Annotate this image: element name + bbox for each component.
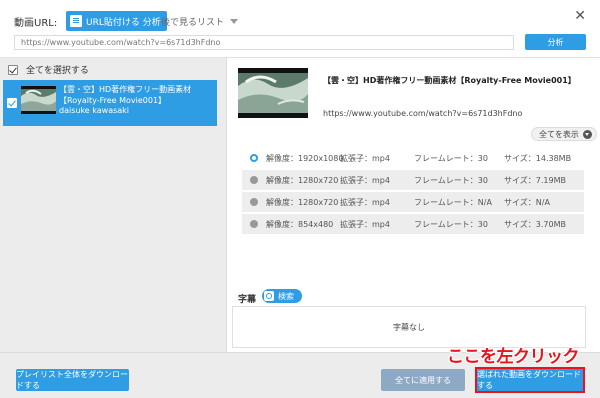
format-row[interactable]: 解像度：854x480 拡張子：mp4 フレームレート：30 サイズ：3.70M… (242, 214, 584, 234)
download-selected-button[interactable]: 選ばれた動画をダウンロードする (475, 367, 585, 393)
watch-later-label: 後で見るリスト (161, 18, 225, 28)
top-bar: 動画URL: URL貼付ける 分析 後で見るリスト ✕ 分析 (0, 0, 600, 58)
chevron-down-icon (582, 129, 592, 139)
subtitle-label: 字幕 (238, 295, 257, 305)
show-all-label: 全てを表示 (539, 129, 579, 139)
format-size: サイズ：7.19MB (504, 176, 566, 185)
select-all-label: 全てを選択する (26, 66, 89, 76)
video-list-item[interactable]: 【雲・空】HD著作権フリー動画素材【Royalty-Free Movie001】… (3, 80, 217, 126)
video-item-title: 【雲・空】HD著作権フリー動画素材【Royalty-Free Movie001】 (59, 85, 192, 105)
select-all-checkbox[interactable] (8, 64, 18, 75)
apply-all-button[interactable]: 全てに適用する (381, 369, 465, 391)
format-radio[interactable] (250, 176, 258, 184)
select-all-toggle[interactable]: 全てを選択する (8, 63, 89, 76)
format-size: サイズ：14.38MB (504, 154, 572, 163)
download-playlist-button[interactable]: プレイリスト全体をダウンロードする (16, 369, 129, 391)
format-extension: 拡張子：mp4 (340, 198, 390, 207)
format-size: サイズ：N/A (504, 198, 550, 207)
close-icon[interactable]: ✕ (574, 8, 586, 24)
paste-analyze-button[interactable]: URL貼付ける 分析 (66, 11, 167, 31)
video-title: 【雲・空】HD著作権フリー動画素材【Royalty-Free Movie001】 (323, 76, 576, 85)
format-resolution: 解像度：1280x720 (266, 176, 339, 185)
paste-analyze-label: URL貼付ける 分析 (86, 17, 161, 28)
video-thumbnail (21, 86, 56, 114)
format-radio[interactable] (250, 154, 258, 162)
format-extension: 拡張子：mp4 (340, 154, 390, 163)
video-url: https://www.youtube.com/watch?v=6s71d3hF… (323, 109, 523, 118)
format-framerate: フレームレート：30 (414, 220, 488, 229)
watch-later-dropdown[interactable]: 後で見るリスト (161, 15, 239, 28)
video-item-checkbox[interactable] (7, 98, 17, 108)
video-preview-thumbnail (238, 68, 308, 118)
format-radio[interactable] (250, 198, 258, 206)
format-extension: 拡張子：mp4 (340, 176, 390, 185)
format-extension: 拡張子：mp4 (340, 220, 390, 229)
format-row[interactable]: 解像度：1280x720 拡張子：mp4 フレームレート：30 サイズ：7.19… (242, 170, 584, 190)
subtitle-search-label: 検索 (278, 291, 294, 301)
analyze-button[interactable]: 分析 (525, 34, 586, 50)
url-label: 動画URL: (14, 18, 58, 29)
click-here-annotation: ここを左クリック (447, 347, 580, 367)
search-icon (264, 291, 274, 301)
subtitle-search-button[interactable]: 検索 (262, 289, 302, 303)
clipboard-icon (70, 15, 82, 27)
format-framerate: フレームレート：30 (414, 176, 488, 185)
format-framerate: フレームレート：30 (414, 154, 488, 163)
url-input[interactable] (14, 35, 514, 50)
format-row[interactable]: 解像度：1280x720 拡張子：mp4 フレームレート：N/A サイズ：N/A (242, 192, 584, 212)
chevron-down-icon (230, 19, 239, 24)
format-resolution: 解像度：854x480 (266, 220, 334, 229)
format-radio[interactable] (250, 220, 258, 228)
format-framerate: フレームレート：N/A (414, 198, 492, 207)
video-item-author: daisuke kawasaki (59, 106, 130, 115)
format-resolution: 解像度：1920x1080 (266, 154, 344, 163)
format-size: サイズ：3.70MB (504, 220, 566, 229)
format-resolution: 解像度：1280x720 (266, 198, 339, 207)
no-subtitle-text: 字幕なし (393, 322, 425, 332)
format-row[interactable]: 解像度：1920x1080 拡張子：mp4 フレームレート：30 サイズ：14.… (242, 148, 584, 168)
video-detail-pane: 【雲・空】HD著作権フリー動画素材【Royalty-Free Movie001】… (228, 58, 600, 352)
video-list-pane: 全てを選択する 【雲・空】HD著作権フリー動画素材【Royalty-Free M… (0, 58, 227, 352)
show-all-button[interactable]: 全てを表示 (531, 127, 597, 141)
